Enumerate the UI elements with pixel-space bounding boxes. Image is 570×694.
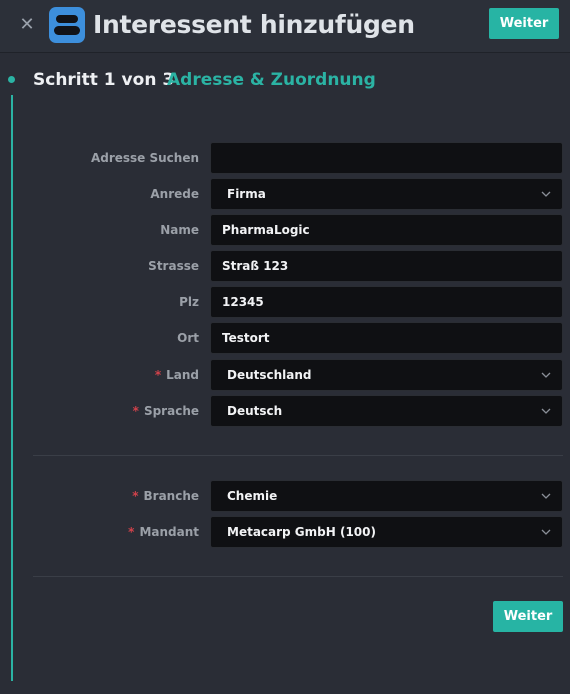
street-value: Straß 123 — [222, 259, 289, 273]
city-value: Testort — [222, 331, 270, 345]
zip-label: Plz — [179, 295, 199, 309]
industry-value: Chemie — [227, 489, 278, 503]
street-input[interactable]: Straß 123 — [210, 250, 563, 282]
name-value: PharmaLogic — [222, 223, 310, 237]
name-input[interactable]: PharmaLogic — [210, 214, 563, 246]
row-address-search: Adresse Suchen — [0, 142, 570, 174]
salutation-select[interactable]: Firma — [210, 178, 563, 210]
country-select[interactable]: Deutschland — [210, 359, 563, 391]
industry-label: * Branche — [132, 489, 199, 503]
chevron-down-icon — [541, 529, 551, 535]
client-select[interactable]: Metacarp GmbH (100) — [210, 516, 563, 548]
chevron-down-icon — [541, 493, 551, 499]
contacts-icon — [49, 7, 85, 43]
row-industry: * Branche Chemie — [0, 480, 570, 512]
required-mark: * — [132, 404, 139, 418]
row-country: * Land Deutschland — [0, 359, 570, 391]
country-value: Deutschland — [227, 368, 312, 382]
chevron-down-icon — [541, 191, 551, 197]
street-label: Strasse — [148, 259, 199, 273]
next-button-top[interactable]: Weiter — [489, 8, 559, 39]
client-value: Metacarp GmbH (100) — [227, 525, 376, 539]
language-value: Deutsch — [227, 404, 283, 418]
next-button-bottom[interactable]: Weiter — [493, 601, 563, 632]
city-input[interactable]: Testort — [210, 322, 563, 354]
section-divider — [33, 576, 563, 577]
salutation-label: Anrede — [150, 187, 199, 201]
chevron-down-icon — [541, 372, 551, 378]
row-name: Name PharmaLogic — [0, 214, 570, 246]
client-label: * Mandant — [128, 525, 199, 539]
city-label: Ort — [177, 331, 199, 345]
name-label: Name — [160, 223, 199, 237]
salutation-value: Firma — [227, 187, 266, 201]
row-client: * Mandant Metacarp GmbH (100) — [0, 516, 570, 548]
row-city: Ort Testort — [0, 322, 570, 354]
row-street: Strasse Straß 123 — [0, 250, 570, 282]
language-label: * Sprache — [132, 404, 199, 418]
country-label: * Land — [154, 368, 199, 382]
zip-input[interactable]: 12345 — [210, 286, 563, 318]
section-divider — [33, 455, 563, 456]
address-search-input[interactable] — [210, 142, 563, 174]
step-name: Adresse & Zuordnung — [167, 70, 376, 90]
required-mark: * — [128, 525, 135, 539]
row-salutation: Anrede Firma — [0, 178, 570, 210]
language-select[interactable]: Deutsch — [210, 395, 563, 427]
row-zip: Plz 12345 — [0, 286, 570, 318]
dialog-header: ✕ Interessent hinzufügen Weiter — [0, 0, 570, 53]
close-icon[interactable]: ✕ — [17, 14, 37, 36]
required-mark: * — [154, 368, 162, 382]
step-counter: Schritt 1 von 3 — [33, 70, 175, 90]
dialog-title: Interessent hinzufügen — [93, 10, 415, 39]
required-mark: * — [132, 489, 139, 503]
zip-value: 12345 — [222, 295, 264, 309]
chevron-down-icon — [541, 408, 551, 414]
row-language: * Sprache Deutsch — [0, 395, 570, 427]
address-search-label: Adresse Suchen — [90, 151, 199, 165]
industry-select[interactable]: Chemie — [210, 480, 563, 512]
step-indicator-dot — [8, 76, 15, 83]
